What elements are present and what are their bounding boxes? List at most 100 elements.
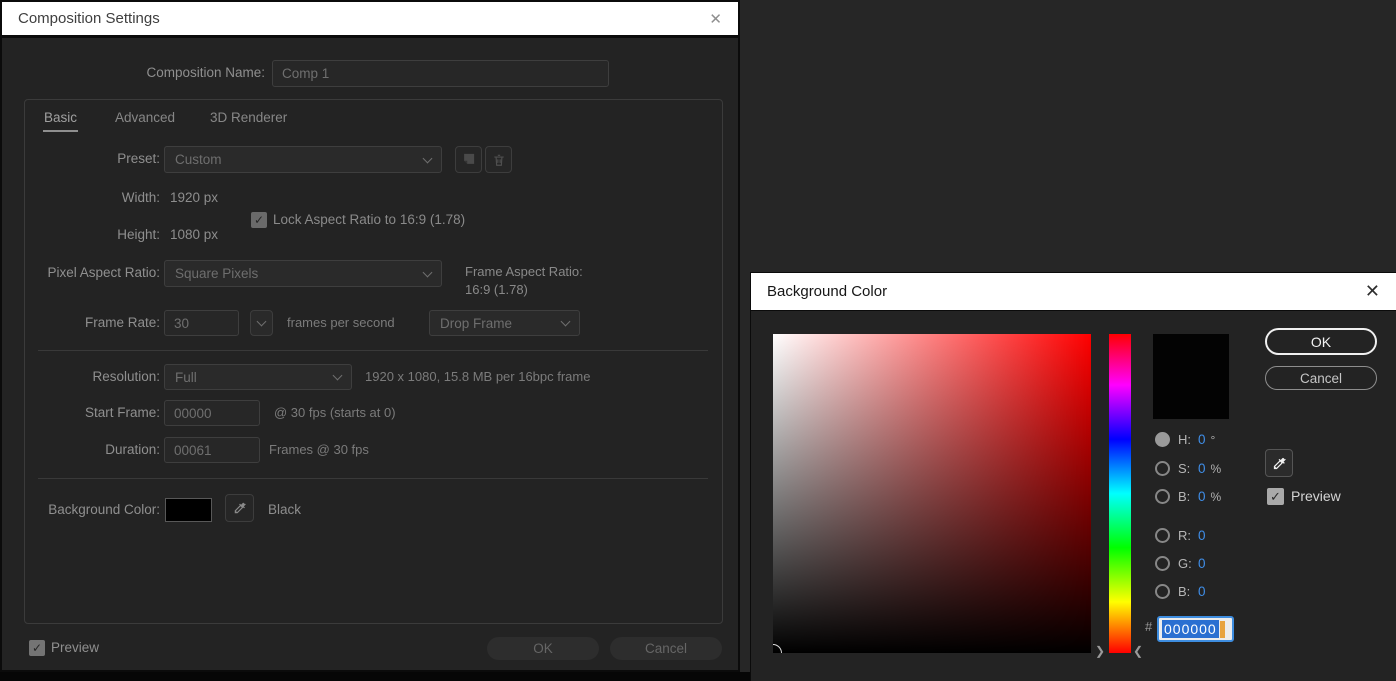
duration-info: Frames @ 30 fps xyxy=(269,437,369,463)
tab-3d-renderer[interactable]: 3D Renderer xyxy=(210,110,287,125)
preview-checkbox[interactable]: ✓ xyxy=(29,640,45,656)
resolution-info: 1920 x 1080, 15.8 MB per 16bpc frame xyxy=(365,364,590,390)
b2-value[interactable]: 0 xyxy=(1198,584,1206,599)
tab-basic[interactable]: Basic xyxy=(44,110,77,125)
active-tab-underline xyxy=(43,130,78,132)
frame-aspect-ratio-label: Frame Aspect Ratio: xyxy=(465,263,583,281)
dialog-title: Composition Settings xyxy=(18,10,160,27)
ok-button[interactable]: OK xyxy=(1265,328,1377,355)
b-unit: % xyxy=(1211,490,1222,504)
chevron-down-icon xyxy=(561,317,571,327)
r-label: R: xyxy=(1178,528,1196,543)
frame-aspect-ratio-info: Frame Aspect Ratio: 16:9 (1.78) xyxy=(465,263,583,298)
eyedropper-icon xyxy=(1272,456,1287,471)
composition-settings-dialog: Composition Settings ✕ Composition Name:… xyxy=(0,0,740,672)
background-color-titlebar[interactable]: Background Color ✕ xyxy=(751,273,1396,311)
close-icon[interactable]: ✕ xyxy=(1365,281,1380,302)
r-value[interactable]: 0 xyxy=(1198,528,1206,543)
eyedropper-icon xyxy=(233,501,247,515)
frame-rate-input[interactable]: 30 xyxy=(164,310,239,336)
start-frame-input[interactable]: 00000 xyxy=(164,400,260,426)
resolution-dropdown[interactable]: Full xyxy=(164,364,352,390)
drop-frame-dropdown[interactable]: Drop Frame xyxy=(429,310,580,336)
hue-slider[interactable] xyxy=(1109,334,1131,653)
chevron-down-icon xyxy=(257,317,267,327)
color-selection-marker[interactable] xyxy=(773,644,782,653)
chevron-down-icon xyxy=(423,267,433,277)
pixel-aspect-ratio-label: Pixel Aspect Ratio: xyxy=(2,260,160,286)
hex-value: 000000 xyxy=(1162,620,1219,638)
width-label: Width: xyxy=(2,185,160,211)
chevron-down-icon xyxy=(423,153,433,163)
composition-settings-titlebar[interactable]: Composition Settings ✕ xyxy=(2,2,738,38)
duration-label: Duration: xyxy=(2,437,160,463)
background-color-eyedropper-button[interactable] xyxy=(225,494,254,522)
b-label: B: xyxy=(1178,489,1196,504)
save-preset-button[interactable] xyxy=(455,146,482,173)
height-label: Height: xyxy=(2,222,160,248)
delete-preset-button[interactable] xyxy=(485,146,512,173)
trash-icon xyxy=(492,153,506,167)
hex-input[interactable]: 000000 xyxy=(1157,616,1234,642)
drop-frame-value: Drop Frame xyxy=(440,316,512,331)
radio-b[interactable] xyxy=(1155,489,1170,504)
check-icon: ✓ xyxy=(32,642,42,654)
radio-r[interactable] xyxy=(1155,528,1170,543)
cancel-button[interactable]: Cancel xyxy=(1265,366,1377,390)
radio-s[interactable] xyxy=(1155,461,1170,476)
preset-value: Custom xyxy=(175,152,222,167)
start-frame-label: Start Frame: xyxy=(2,400,160,426)
radio-h[interactable] xyxy=(1155,432,1170,447)
radio-g[interactable] xyxy=(1155,556,1170,571)
frame-rate-label: Frame Rate: xyxy=(2,310,160,336)
ok-button[interactable]: OK xyxy=(487,637,599,660)
divider xyxy=(38,350,708,351)
pixel-aspect-ratio-dropdown[interactable]: Square Pixels xyxy=(164,260,442,287)
s-unit: % xyxy=(1211,462,1222,476)
app-background: Composition Settings ✕ Composition Name:… xyxy=(0,0,1396,681)
hue-marker-left-icon[interactable]: ❯ xyxy=(1095,645,1105,657)
start-frame-value: 00000 xyxy=(174,406,212,421)
preset-dropdown[interactable]: Custom xyxy=(164,146,442,173)
preview-label: Preview xyxy=(1291,487,1341,506)
frame-aspect-ratio-value: 16:9 (1.78) xyxy=(465,281,583,299)
check-icon: ✓ xyxy=(254,214,264,226)
width-value[interactable]: 1920 px xyxy=(170,185,218,211)
resolution-label: Resolution: xyxy=(2,364,160,390)
composition-name-input[interactable]: Comp 1 xyxy=(272,60,609,87)
height-value[interactable]: 1080 px xyxy=(170,222,218,248)
taskbar-strip xyxy=(0,672,750,681)
composition-name-value: Comp 1 xyxy=(282,66,329,81)
lock-aspect-checkbox[interactable]: ✓ xyxy=(251,212,267,228)
frame-rate-dropdown-button[interactable] xyxy=(250,310,273,336)
g-value[interactable]: 0 xyxy=(1198,556,1206,571)
h-label: H: xyxy=(1178,432,1196,447)
b2-label: B: xyxy=(1178,584,1196,599)
b-value[interactable]: 0 xyxy=(1198,489,1206,504)
radio-b2[interactable] xyxy=(1155,584,1170,599)
cancel-button[interactable]: Cancel xyxy=(610,637,722,660)
saturation-brightness-field[interactable] xyxy=(773,334,1091,653)
pixel-aspect-ratio-value: Square Pixels xyxy=(175,266,258,281)
duration-value: 00061 xyxy=(174,443,212,458)
background-color-swatch[interactable] xyxy=(165,498,212,522)
text-caret xyxy=(1220,621,1225,638)
preset-label: Preset: xyxy=(2,146,160,172)
hue-marker-right-icon[interactable]: ❮ xyxy=(1133,645,1143,657)
frame-rate-value: 30 xyxy=(174,316,189,331)
start-frame-info: @ 30 fps (starts at 0) xyxy=(274,400,396,426)
eyedropper-button[interactable] xyxy=(1265,449,1293,477)
tab-advanced[interactable]: Advanced xyxy=(115,110,175,125)
settings-group-box xyxy=(24,99,723,624)
rgb-row-g: G: 0 xyxy=(1155,556,1206,571)
resolution-value: Full xyxy=(175,370,197,385)
duration-input[interactable]: 00061 xyxy=(164,437,260,463)
g-label: G: xyxy=(1178,556,1196,571)
s-value[interactable]: 0 xyxy=(1198,461,1206,476)
composition-name-label: Composition Name: xyxy=(107,60,265,86)
h-value[interactable]: 0 xyxy=(1198,432,1206,447)
rgb-row-b2: B: 0 xyxy=(1155,584,1206,599)
preview-checkbox[interactable]: ✓ xyxy=(1267,488,1284,505)
close-icon[interactable]: ✕ xyxy=(709,10,722,28)
hsb-row-s: S: 0 % xyxy=(1155,461,1221,476)
